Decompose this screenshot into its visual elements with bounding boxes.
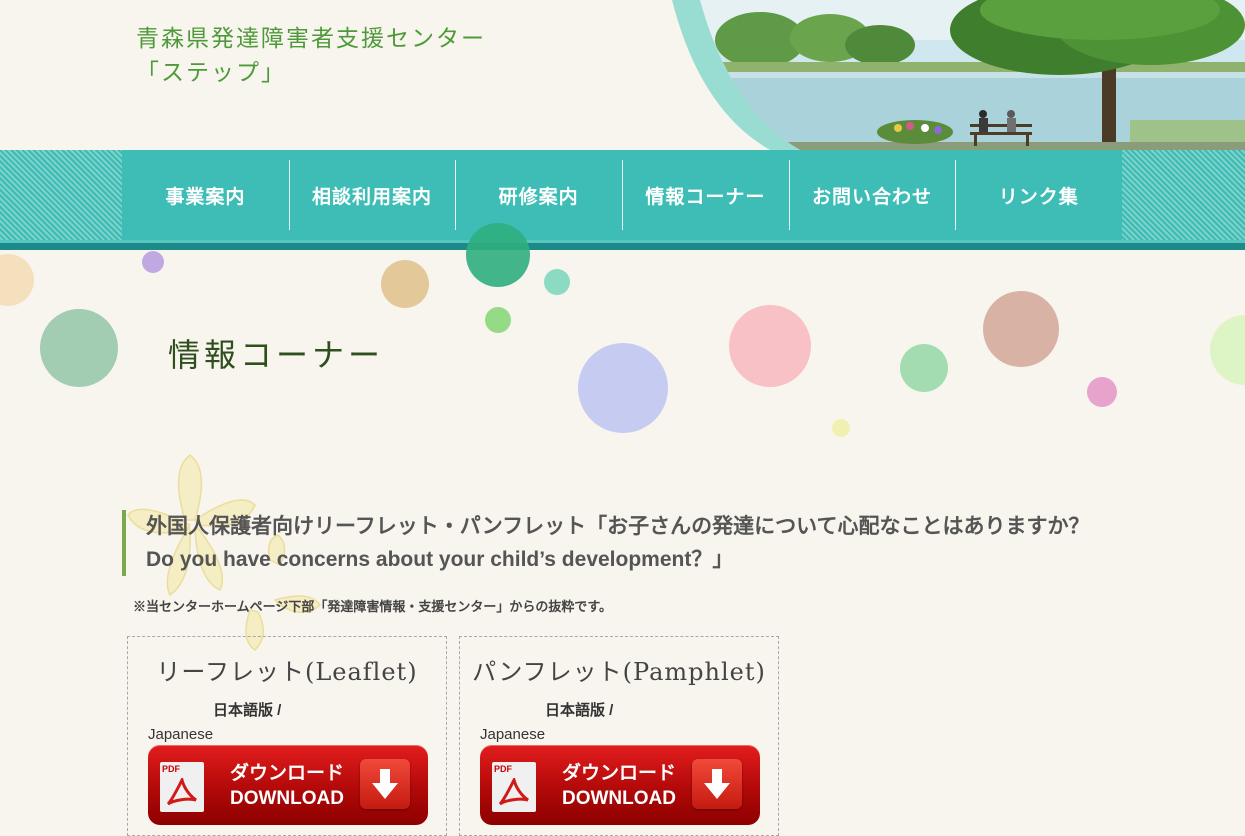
leaflet-lang-jp: 日本語版 / [213, 702, 282, 719]
leaflet-lang-en: Japanese [148, 726, 214, 743]
leaflet-card-language: 日本語版 / Japanese [148, 699, 318, 747]
page-title: 情報コーナー [168, 336, 385, 374]
pdf-file-icon: PDF [492, 762, 536, 812]
download-arrow-icon [360, 759, 410, 809]
pamphlet-card-language: 日本語版 / Japanese [480, 699, 650, 747]
article-heading: 外国人保護者向けリーフレット・パンフレット「お子さんの発達について心配なことはあ… [122, 510, 1122, 576]
pamphlet-lang-en: Japanese [480, 726, 546, 743]
pamphlet-download-jp: ダウンロード [561, 763, 676, 784]
article-heading-en: Do you have concerns about your child’s … [146, 548, 734, 571]
pdf-label: PDF [162, 764, 180, 774]
pdf-file-icon: PDF [160, 762, 204, 812]
pamphlet-download-button[interactable]: PDF ダウンロード DOWNLOAD [480, 745, 760, 825]
article-heading-jp: 外国人保護者向けリーフレット・パンフレット「お子さんの発達について心配なことはあ… [146, 515, 1090, 538]
pamphlet-download-en: DOWNLOAD [562, 788, 676, 809]
pamphlet-lang-jp: 日本語版 / [545, 702, 614, 719]
source-note: ※当センターホームページ下部「発達障害情報・支援センター」からの抜粋です。 [133, 599, 613, 614]
pamphlet-card-title: パンフレット(Pamphlet) [472, 658, 766, 686]
pamphlet-card: パンフレット(Pamphlet) 日本語版 / Japanese PDF ダウン… [459, 636, 779, 836]
leaflet-download-jp: ダウンロード [229, 763, 344, 784]
leaflet-card-title: リーフレット(Leaflet) [156, 658, 418, 686]
leaflet-card: リーフレット(Leaflet) 日本語版 / Japanese PDF ダウンロ… [127, 636, 447, 836]
pamphlet-download-label: ダウンロード DOWNLOAD [554, 761, 684, 811]
leaflet-download-en: DOWNLOAD [230, 788, 344, 809]
pdf-label: PDF [494, 764, 512, 774]
download-arrow-icon [692, 759, 742, 809]
leaflet-download-button[interactable]: PDF ダウンロード DOWNLOAD [148, 745, 428, 825]
leaflet-download-label: ダウンロード DOWNLOAD [222, 761, 352, 811]
